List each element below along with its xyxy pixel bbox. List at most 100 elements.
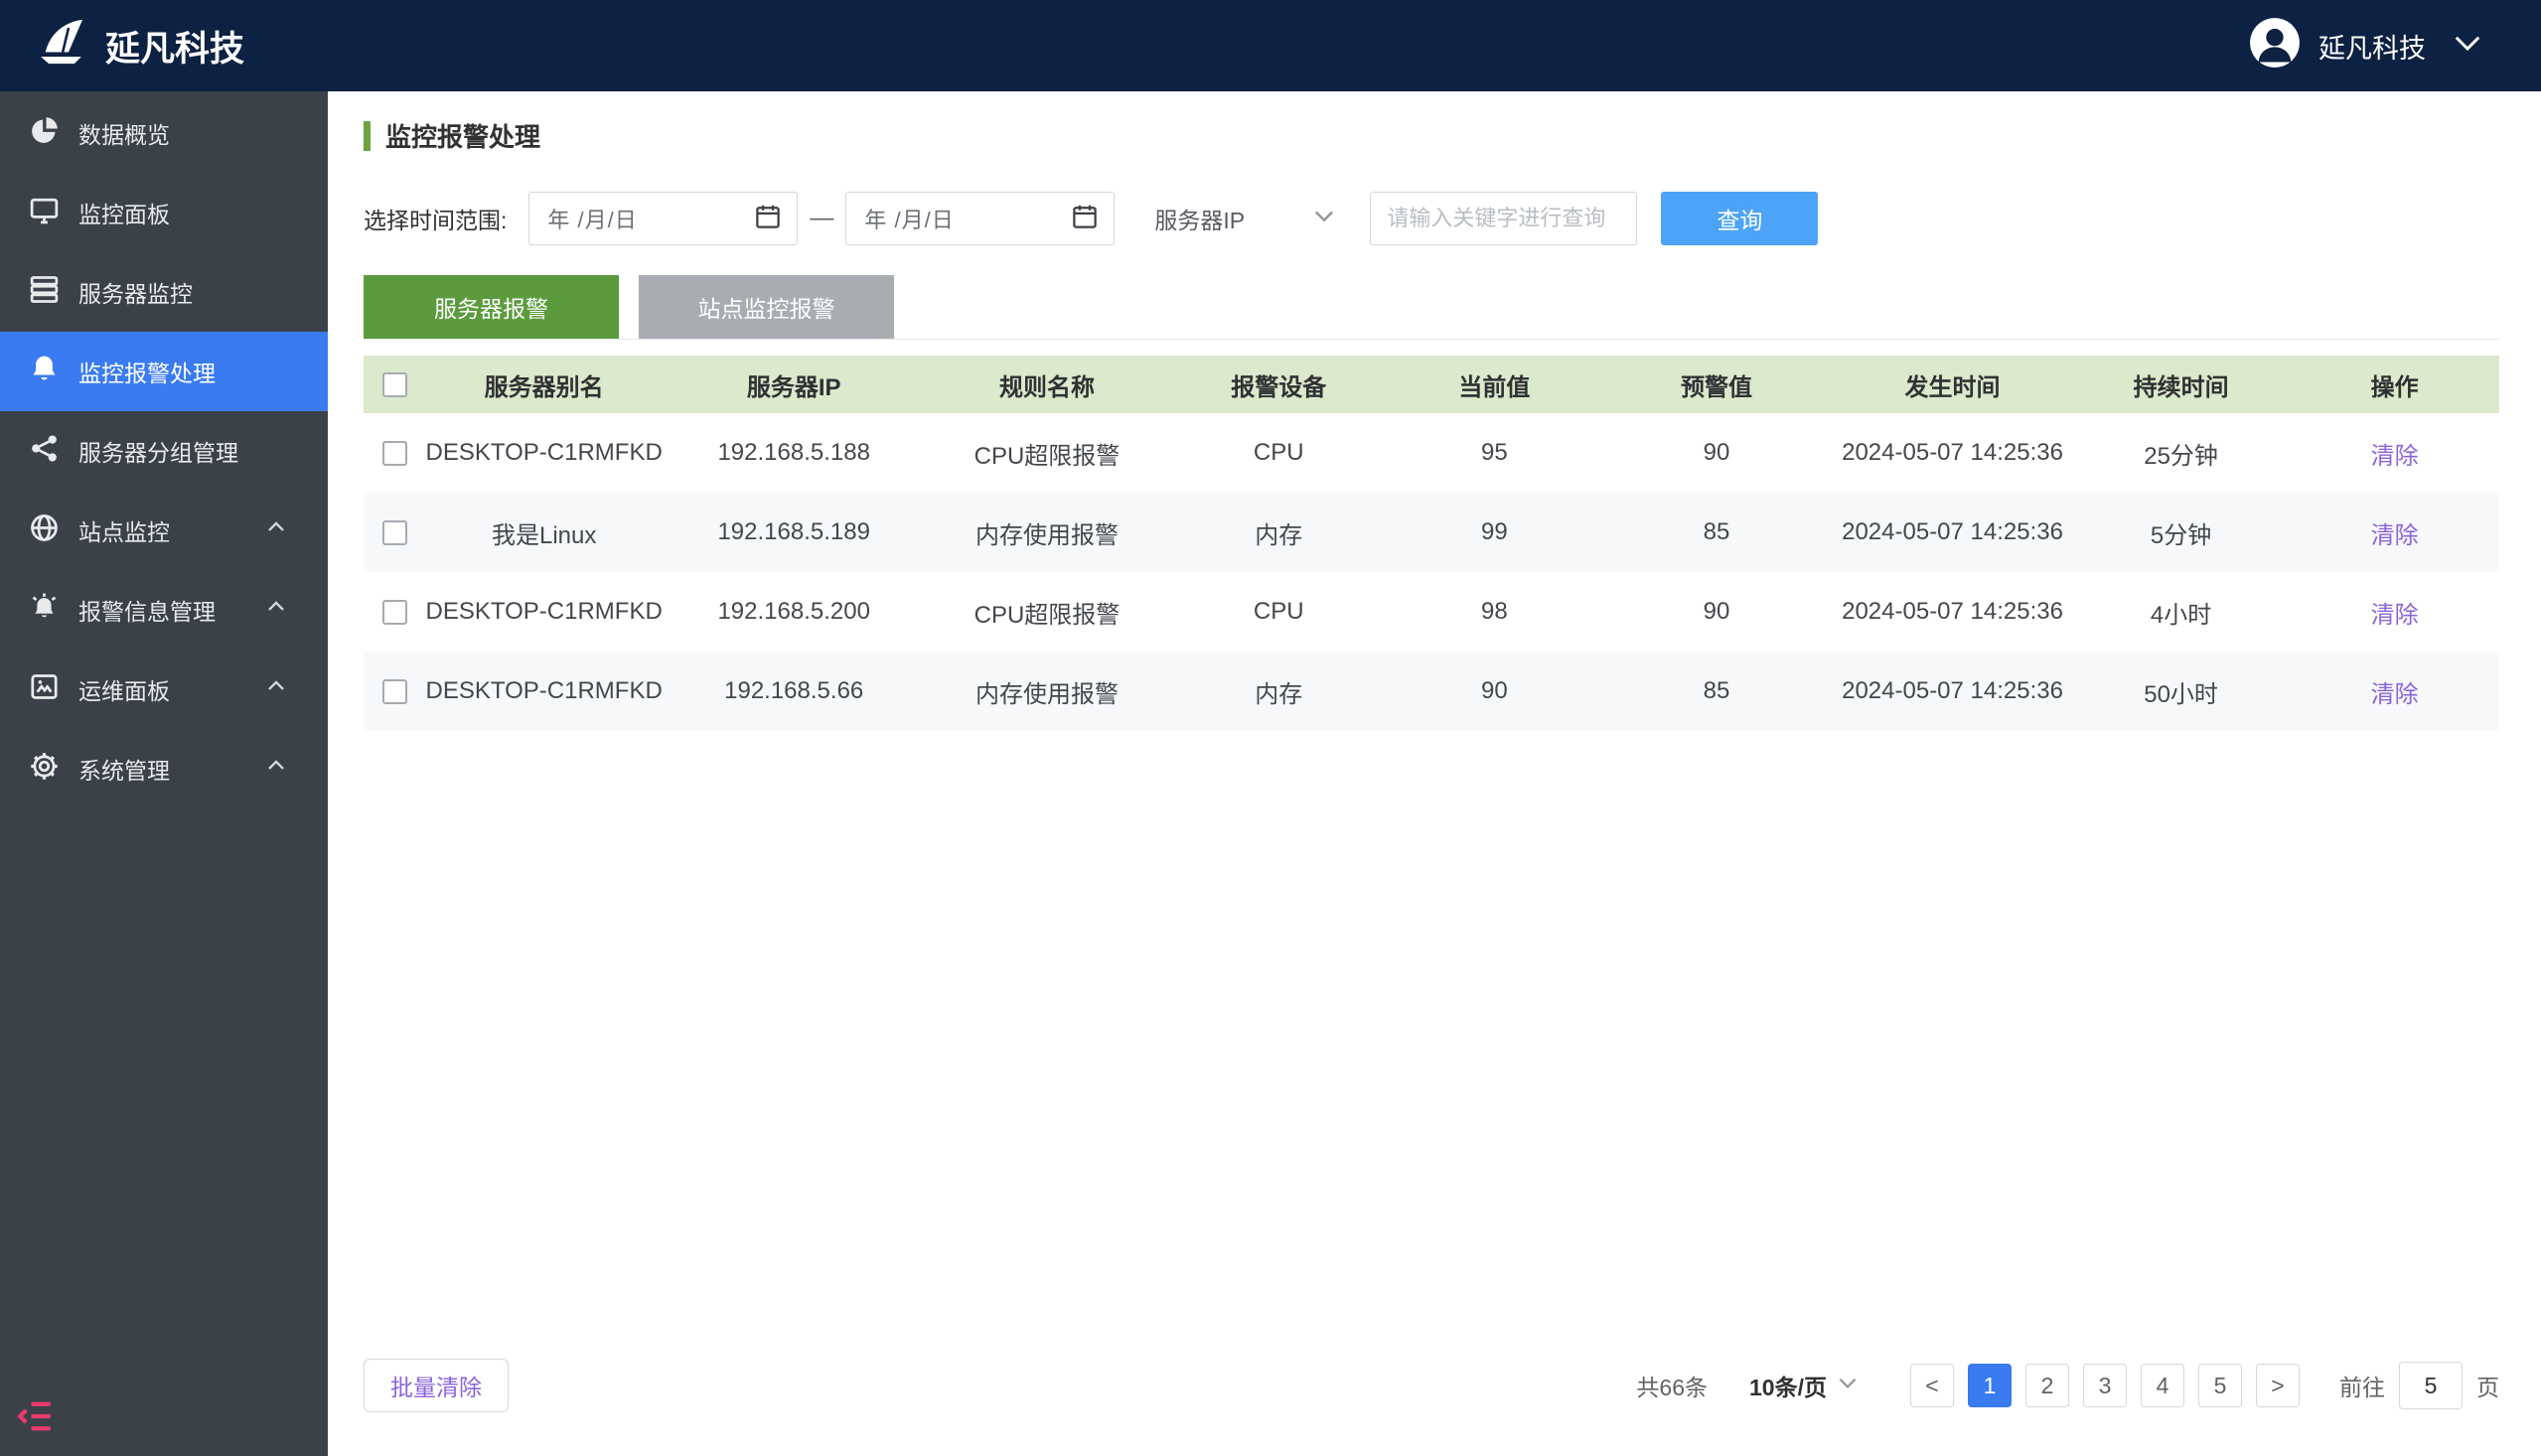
sidebar-item-label: 站点监控 (78, 513, 170, 547)
page-size-value: 10条/页 (1749, 1369, 1827, 1402)
clear-row-button[interactable]: 清除 (2371, 443, 2419, 470)
app-root: 延凡科技 延凡科技 数据概览 (0, 0, 2541, 1456)
next-page-button[interactable]: > (2256, 1364, 2300, 1407)
sidebar-item-alarm-handling[interactable]: 监控报警处理 (0, 332, 328, 411)
server-ip-select[interactable]: 服务器IP (1154, 202, 1338, 235)
cell-current-value: 99 (1389, 493, 1600, 572)
sidebar-item-server-monitor[interactable]: 服务器监控 (0, 252, 328, 332)
page-size-select[interactable]: 10条/页 (1749, 1369, 1861, 1402)
brand: 延凡科技 (34, 14, 244, 78)
cell-rule-name: 内存使用报警 (925, 493, 1168, 572)
row-checkbox[interactable] (382, 600, 407, 625)
row-checkbox[interactable] (382, 520, 407, 545)
table-row: 我是Linux192.168.5.189内存使用报警内存99852024-05-… (364, 493, 2499, 572)
sidebar-item-label: 监控面板 (78, 196, 170, 229)
sidebar-item-label: 数据概览 (78, 116, 170, 150)
batch-clear-button[interactable]: 批量清除 (364, 1359, 509, 1412)
row-checkbox[interactable] (382, 441, 407, 466)
gear-icon (28, 750, 61, 789)
server-ip-select-value: 服务器IP (1154, 202, 1245, 235)
column-header: 当前值 (1389, 356, 1600, 413)
clear-row-button[interactable]: 清除 (2371, 681, 2419, 708)
sidebar-item-label: 监控报警处理 (78, 355, 216, 388)
row-checkbox[interactable] (382, 679, 407, 704)
user-menu[interactable]: 延凡科技 (2249, 17, 2485, 75)
cell-alarm-device: CPU (1169, 572, 1389, 652)
search-button[interactable]: 查询 (1661, 192, 1818, 245)
topbar: 延凡科技 延凡科技 (0, 0, 2541, 91)
page-buttons: 12345 (1968, 1364, 2242, 1407)
cell-server-alias: DESKTOP-C1RMFKD (425, 413, 663, 493)
cell-action: 清除 (2290, 572, 2499, 652)
clear-row-button[interactable]: 清除 (2371, 522, 2419, 549)
page-title-row: 监控报警处理 (364, 117, 2499, 154)
chevron-up-icon (262, 752, 290, 786)
alarm-table: 服务器别名服务器IP规则名称报警设备当前值预警值发生时间持续时间操作 DESKT… (364, 356, 2499, 731)
column-header: 报警设备 (1169, 356, 1389, 413)
page-button[interactable]: 2 (2025, 1364, 2069, 1407)
goto-suffix: 页 (2476, 1369, 2499, 1402)
cell-duration: 25分钟 (2072, 413, 2290, 493)
column-header: 规则名称 (925, 356, 1168, 413)
chevron-down-icon (1310, 202, 1338, 235)
end-date-input[interactable]: 年 /月/日 (845, 192, 1115, 245)
tab-server-alarm[interactable]: 服务器报警 (364, 275, 619, 339)
sidebar-item-label: 系统管理 (78, 752, 170, 786)
chevron-up-icon (262, 513, 290, 547)
clear-row-button[interactable]: 清除 (2371, 602, 2419, 629)
range-separator: — (810, 205, 833, 232)
total-count: 共66条 (1636, 1369, 1708, 1402)
table-footer: 批量清除 共66条 10条/页 < 12345 > 前往 页 (364, 1359, 2499, 1412)
cell-alarm-device: 内存 (1169, 652, 1389, 731)
sidebar-item-server-group[interactable]: 服务器分组管理 (0, 411, 328, 491)
globe-icon (28, 511, 61, 550)
column-header: 发生时间 (1833, 356, 2072, 413)
column-header: 服务器别名 (425, 356, 663, 413)
tab-site-alarm[interactable]: 站点监控报警 (639, 275, 894, 339)
alarm-table-body: DESKTOP-C1RMFKD192.168.5.188CPU超限报警CPU95… (364, 413, 2499, 731)
cell-server-ip: 192.168.5.188 (663, 413, 925, 493)
select-all-checkbox[interactable] (382, 372, 407, 397)
date-placeholder: 年 /月/日 (864, 203, 954, 234)
brand-name: 延凡科技 (105, 21, 244, 72)
cell-threshold-value: 90 (1600, 572, 1833, 652)
cell-threshold-value: 90 (1600, 413, 1833, 493)
keyword-input[interactable] (1370, 192, 1637, 245)
sidebar-item-monitor-panel[interactable]: 监控面板 (0, 173, 328, 252)
content-spacer (364, 731, 2499, 1359)
page-button[interactable]: 5 (2198, 1364, 2242, 1407)
prev-page-button[interactable]: < (1910, 1364, 1954, 1407)
sidebar-collapse-button[interactable] (14, 1395, 56, 1442)
cell-occur-time: 2024-05-07 14:25:36 (1833, 493, 2072, 572)
cell-rule-name: 内存使用报警 (925, 652, 1168, 731)
server-icon (28, 273, 61, 312)
user-avatar-icon (2249, 17, 2301, 75)
column-header: 持续时间 (2072, 356, 2290, 413)
sidebar-item-data-overview[interactable]: 数据概览 (0, 93, 328, 173)
row-select-cell (364, 413, 425, 493)
cell-action: 清除 (2290, 413, 2499, 493)
date-range-label: 选择时间范围: (364, 202, 507, 235)
start-date-input[interactable]: 年 /月/日 (528, 192, 798, 245)
sidebar-item-ops-panel[interactable]: 运维面板 (0, 650, 328, 729)
page-button[interactable]: 4 (2141, 1364, 2184, 1407)
sidebar-item-site-monitor[interactable]: 站点监控 (0, 491, 328, 570)
cell-action: 清除 (2290, 493, 2499, 572)
goto-page-input[interactable] (2399, 1362, 2463, 1409)
date-placeholder: 年 /月/日 (547, 203, 637, 234)
cell-duration: 4小时 (2072, 572, 2290, 652)
cell-duration: 5分钟 (2072, 493, 2290, 572)
page-button[interactable]: 1 (1968, 1364, 2012, 1407)
page-button[interactable]: 3 (2083, 1364, 2127, 1407)
monitor-icon (28, 194, 61, 232)
cell-server-ip: 192.168.5.200 (663, 572, 925, 652)
pie-chart-icon (28, 114, 61, 153)
ops-panel-icon (28, 670, 61, 709)
sidebar-item-label: 服务器监控 (78, 275, 193, 309)
cell-threshold-value: 85 (1600, 493, 1833, 572)
server-group-icon (28, 432, 61, 471)
alarm-icon (28, 591, 61, 630)
sidebar-item-alarm-info[interactable]: 报警信息管理 (0, 570, 328, 650)
chevron-up-icon (262, 593, 290, 627)
sidebar-item-system-management[interactable]: 系统管理 (0, 729, 328, 808)
